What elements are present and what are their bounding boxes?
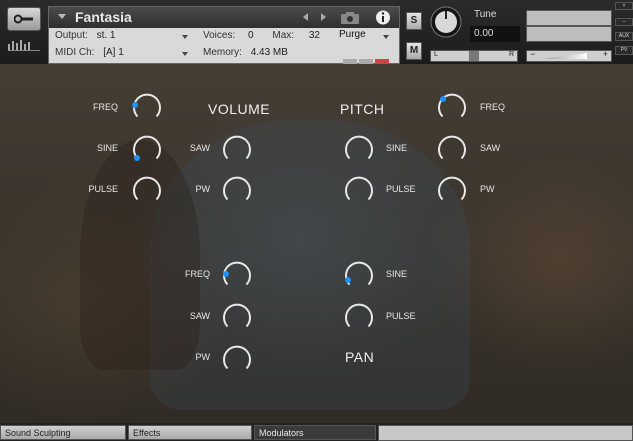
knob-label-freq-lower: FREQ bbox=[184, 269, 210, 279]
pan-thumb[interactable] bbox=[469, 51, 479, 61]
knob-label-pw: PW bbox=[195, 184, 211, 194]
output-value: st. 1 bbox=[96, 30, 116, 41]
instrument-name[interactable]: Fantasia bbox=[75, 9, 132, 25]
sine-knob-pitch[interactable] bbox=[342, 132, 376, 166]
knob-label-freq-right: FREQ bbox=[480, 102, 506, 112]
tune-knob[interactable] bbox=[430, 6, 462, 38]
logo-icon bbox=[6, 38, 42, 52]
volume-fill bbox=[543, 53, 587, 59]
memory-row: Memory: 4.43 MB bbox=[203, 47, 288, 62]
volume-slider[interactable]: − + bbox=[526, 49, 612, 62]
knob-label-sine-pitch: SINE bbox=[386, 143, 408, 153]
pan-left-label: L bbox=[434, 51, 438, 58]
volume-plus-label: + bbox=[602, 49, 608, 59]
collapse-arrow-icon[interactable] bbox=[58, 14, 66, 19]
knob-label-freq: FREQ bbox=[92, 102, 118, 112]
bottom-tab-bar: Sound Sculpting Effects Modulators bbox=[0, 423, 633, 441]
memory-label: Memory: bbox=[203, 47, 242, 58]
aux-button[interactable]: AUX bbox=[615, 32, 633, 41]
freq-knob-right[interactable] bbox=[435, 90, 469, 124]
knob-label-saw-lower: SAW bbox=[189, 311, 210, 321]
pv-button[interactable]: PV bbox=[615, 46, 633, 55]
sine-knob-pan[interactable] bbox=[342, 258, 376, 292]
knob-label-saw: SAW bbox=[189, 143, 210, 153]
saw-knob-lower[interactable] bbox=[220, 300, 254, 334]
midi-dropdown-icon[interactable] bbox=[182, 52, 188, 56]
pw-knob-right[interactable] bbox=[435, 173, 469, 207]
tab-effects[interactable]: Effects bbox=[128, 425, 252, 440]
instrument-header: Fantasia Output: st. 1 Voices: 0 Max: 32… bbox=[0, 0, 633, 64]
midi-label: MIDI Ch: bbox=[55, 47, 95, 58]
freq-knob-left[interactable] bbox=[130, 90, 164, 124]
camera-icon[interactable] bbox=[337, 9, 363, 26]
saw-knob-volume[interactable] bbox=[220, 132, 254, 166]
pulse-knob-left[interactable] bbox=[130, 173, 164, 207]
output-row[interactable]: Output: st. 1 bbox=[55, 30, 116, 45]
pan-right-label: R bbox=[508, 51, 514, 58]
prev-instrument-icon[interactable] bbox=[303, 13, 308, 21]
freq-knob-lower[interactable] bbox=[220, 258, 254, 292]
knob-label-pw-right: PW bbox=[480, 184, 495, 194]
level-meter-right bbox=[526, 26, 612, 42]
pulse-knob-pitch[interactable] bbox=[342, 173, 376, 207]
instrument-panel: Fantasia Output: st. 1 Voices: 0 Max: 32… bbox=[48, 6, 400, 64]
solo-button[interactable]: S bbox=[406, 12, 422, 30]
midi-row[interactable]: MIDI Ch: [A] 1 bbox=[55, 47, 124, 62]
output-label: Output: bbox=[55, 30, 88, 41]
purge-label: Purge bbox=[339, 29, 366, 40]
pan-slider[interactable]: L R bbox=[430, 50, 518, 62]
voices-label: Voices: bbox=[203, 30, 236, 41]
memory-value: 4.43 MB bbox=[250, 47, 288, 58]
pw-knob-lower[interactable] bbox=[220, 342, 254, 376]
tab-sound-sculpting[interactable]: Sound Sculpting bbox=[0, 425, 126, 440]
knob-label-pulse-pitch: PULSE bbox=[386, 184, 416, 194]
mute-button[interactable]: M bbox=[406, 42, 422, 60]
wrench-icon[interactable] bbox=[7, 7, 41, 31]
close-icon[interactable]: × bbox=[615, 2, 633, 10]
saw-knob-right[interactable] bbox=[435, 132, 469, 166]
knob-label-pulse: PULSE bbox=[88, 184, 118, 194]
volume-minus-label: − bbox=[530, 49, 536, 59]
knob-label-sine: SINE bbox=[96, 143, 118, 153]
knob-label-pw-lower: PW bbox=[195, 352, 211, 362]
pulse-knob-pan[interactable] bbox=[342, 300, 376, 334]
next-instrument-icon[interactable] bbox=[321, 13, 326, 21]
max-value[interactable]: 32 bbox=[309, 30, 320, 41]
pan-section-title: PAN bbox=[345, 349, 375, 365]
purge-dropdown-icon[interactable] bbox=[383, 35, 389, 39]
knob-label-saw-right: SAW bbox=[480, 143, 501, 153]
output-dropdown-icon[interactable] bbox=[182, 35, 188, 39]
instrument-title-bar: Fantasia bbox=[49, 7, 399, 28]
tab-bar-filler bbox=[378, 425, 633, 441]
tune-value[interactable]: 0.00 bbox=[470, 26, 520, 42]
sine-knob-left[interactable] bbox=[130, 132, 164, 166]
pitch-section-title: PITCH bbox=[340, 101, 385, 117]
info-icon[interactable] bbox=[369, 8, 397, 27]
knob-label-pulse-pan: PULSE bbox=[386, 311, 416, 321]
pw-knob-volume[interactable] bbox=[220, 173, 254, 207]
purge-indicator bbox=[343, 51, 393, 64]
volume-section-title: VOLUME bbox=[208, 101, 271, 117]
tab-modulators[interactable]: Modulators bbox=[254, 425, 376, 440]
voices-row: Voices: 0 Max: 32 bbox=[203, 30, 320, 45]
voices-value: 0 bbox=[248, 30, 254, 41]
max-label: Max: bbox=[272, 30, 295, 41]
level-meter-left bbox=[526, 10, 612, 26]
minimize-icon[interactable]: – bbox=[615, 18, 633, 26]
knob-label-sine-pan: SINE bbox=[386, 269, 408, 279]
tune-label: Tune bbox=[474, 9, 497, 20]
midi-value: [A] 1 bbox=[103, 47, 124, 58]
